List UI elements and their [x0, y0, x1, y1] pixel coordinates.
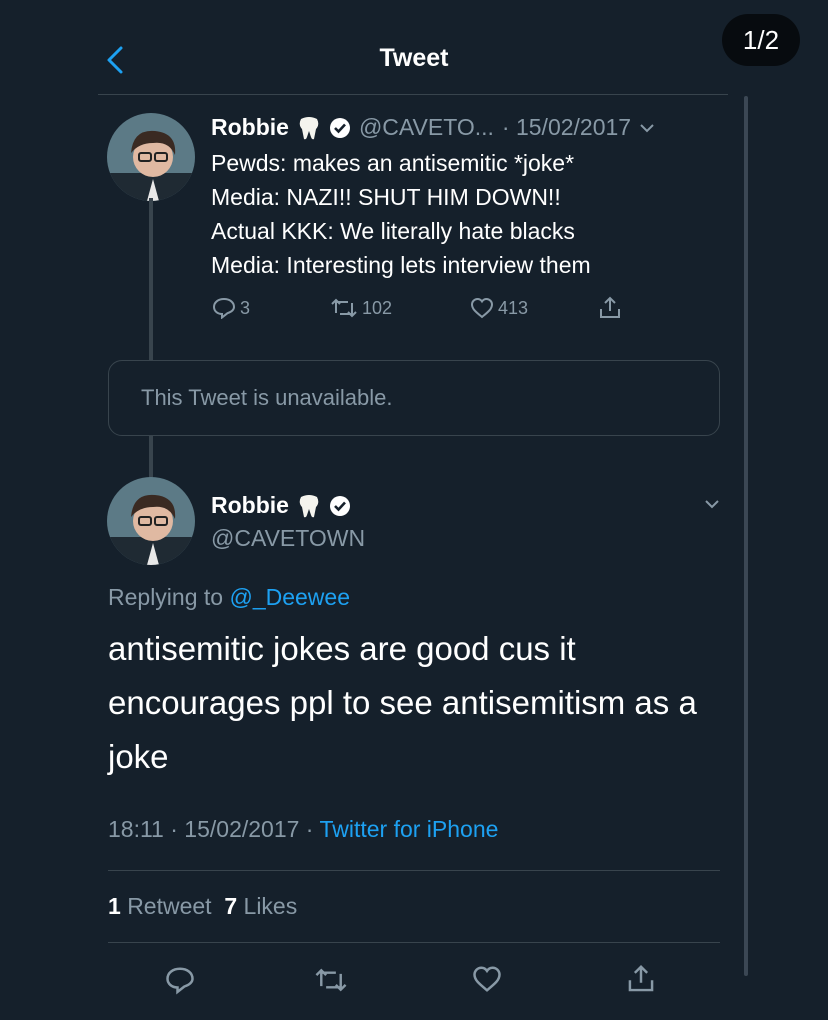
main-tweet-author[interactable]: Robbie	[211, 492, 351, 519]
like-count: 413	[498, 297, 529, 318]
scrollbar[interactable]	[744, 96, 748, 976]
thread-line	[149, 198, 153, 360]
retweet-icon[interactable]	[314, 966, 348, 994]
divider	[108, 870, 720, 871]
reply-count: 3	[240, 297, 251, 318]
retweet-count: 102	[362, 297, 393, 318]
heart-icon[interactable]	[472, 965, 502, 993]
avatar-image	[107, 477, 195, 565]
avatar[interactable]	[107, 113, 195, 201]
author-handle: @CAVETOWN	[211, 525, 366, 551]
like-action[interactable]: 413	[470, 297, 598, 319]
reply-icon[interactable]	[165, 965, 195, 995]
heart-icon	[470, 297, 494, 319]
main-tweet-text: antisemitic jokes are good cus it encour…	[108, 630, 697, 775]
likes-stat[interactable]: 7 Likes	[224, 893, 297, 919]
quoted-tweet-text: Pewds: makes an antisemitic *joke* Media…	[211, 150, 591, 278]
tweet-stats: 1 Retweet 7 Likes	[108, 893, 297, 920]
verified-badge-icon	[329, 117, 350, 138]
retweet-icon	[331, 298, 357, 318]
chevron-down-icon[interactable]	[639, 122, 655, 134]
unavailable-text: This Tweet is unavailable.	[141, 385, 393, 410]
image-page-counter: 1/2	[722, 14, 800, 66]
page-title: Tweet	[379, 44, 449, 72]
divider	[108, 942, 720, 943]
likes-label: Likes	[243, 893, 298, 919]
quoted-tweet-header: Robbie @CAVETO... · 15/02/2017	[211, 114, 655, 141]
author-name[interactable]: Robbie	[211, 492, 289, 519]
retweet-action[interactable]: 102	[330, 297, 470, 319]
avatar[interactable]	[107, 477, 195, 565]
replying-label: Replying to	[108, 584, 224, 610]
tweet-date: · 15/02/2017	[501, 114, 632, 140]
tweet-source-link[interactable]: Twitter for iPhone	[319, 816, 498, 842]
tweet-meta: 18:11 · 15/02/2017 · Twitter for iPhone	[108, 816, 498, 843]
thread-line	[149, 436, 153, 478]
avatar-image	[107, 113, 195, 201]
quoted-tweet-actions: 3 102 413	[212, 295, 652, 321]
unavailable-tweet-notice: This Tweet is unavailable.	[108, 360, 720, 436]
tweet-time: 18:11	[108, 816, 164, 842]
verified-badge-icon	[329, 495, 350, 516]
likes-count: 7	[224, 893, 238, 919]
author-name[interactable]: Robbie	[211, 114, 289, 141]
reply-action[interactable]: 3	[212, 297, 330, 319]
chevron-down-icon[interactable]	[704, 498, 720, 510]
retweets-stat[interactable]: 1 Retweet	[108, 893, 212, 919]
replying-to: Replying to @_Deewee	[108, 584, 350, 611]
retweets-count: 1	[108, 893, 121, 919]
author-handle: @CAVETO...	[358, 114, 494, 140]
reply-icon	[212, 297, 236, 319]
share-action[interactable]	[598, 295, 622, 321]
tooth-emoji-icon	[299, 116, 319, 139]
replying-to-link[interactable]: @_Deewee	[229, 584, 350, 610]
tweet-date: · 15/02/2017 ·	[170, 816, 314, 842]
share-icon[interactable]	[626, 963, 656, 995]
share-icon	[600, 296, 620, 318]
retweets-label: Retweet	[127, 893, 212, 919]
tooth-emoji-icon	[299, 494, 319, 517]
header-divider	[98, 94, 728, 95]
